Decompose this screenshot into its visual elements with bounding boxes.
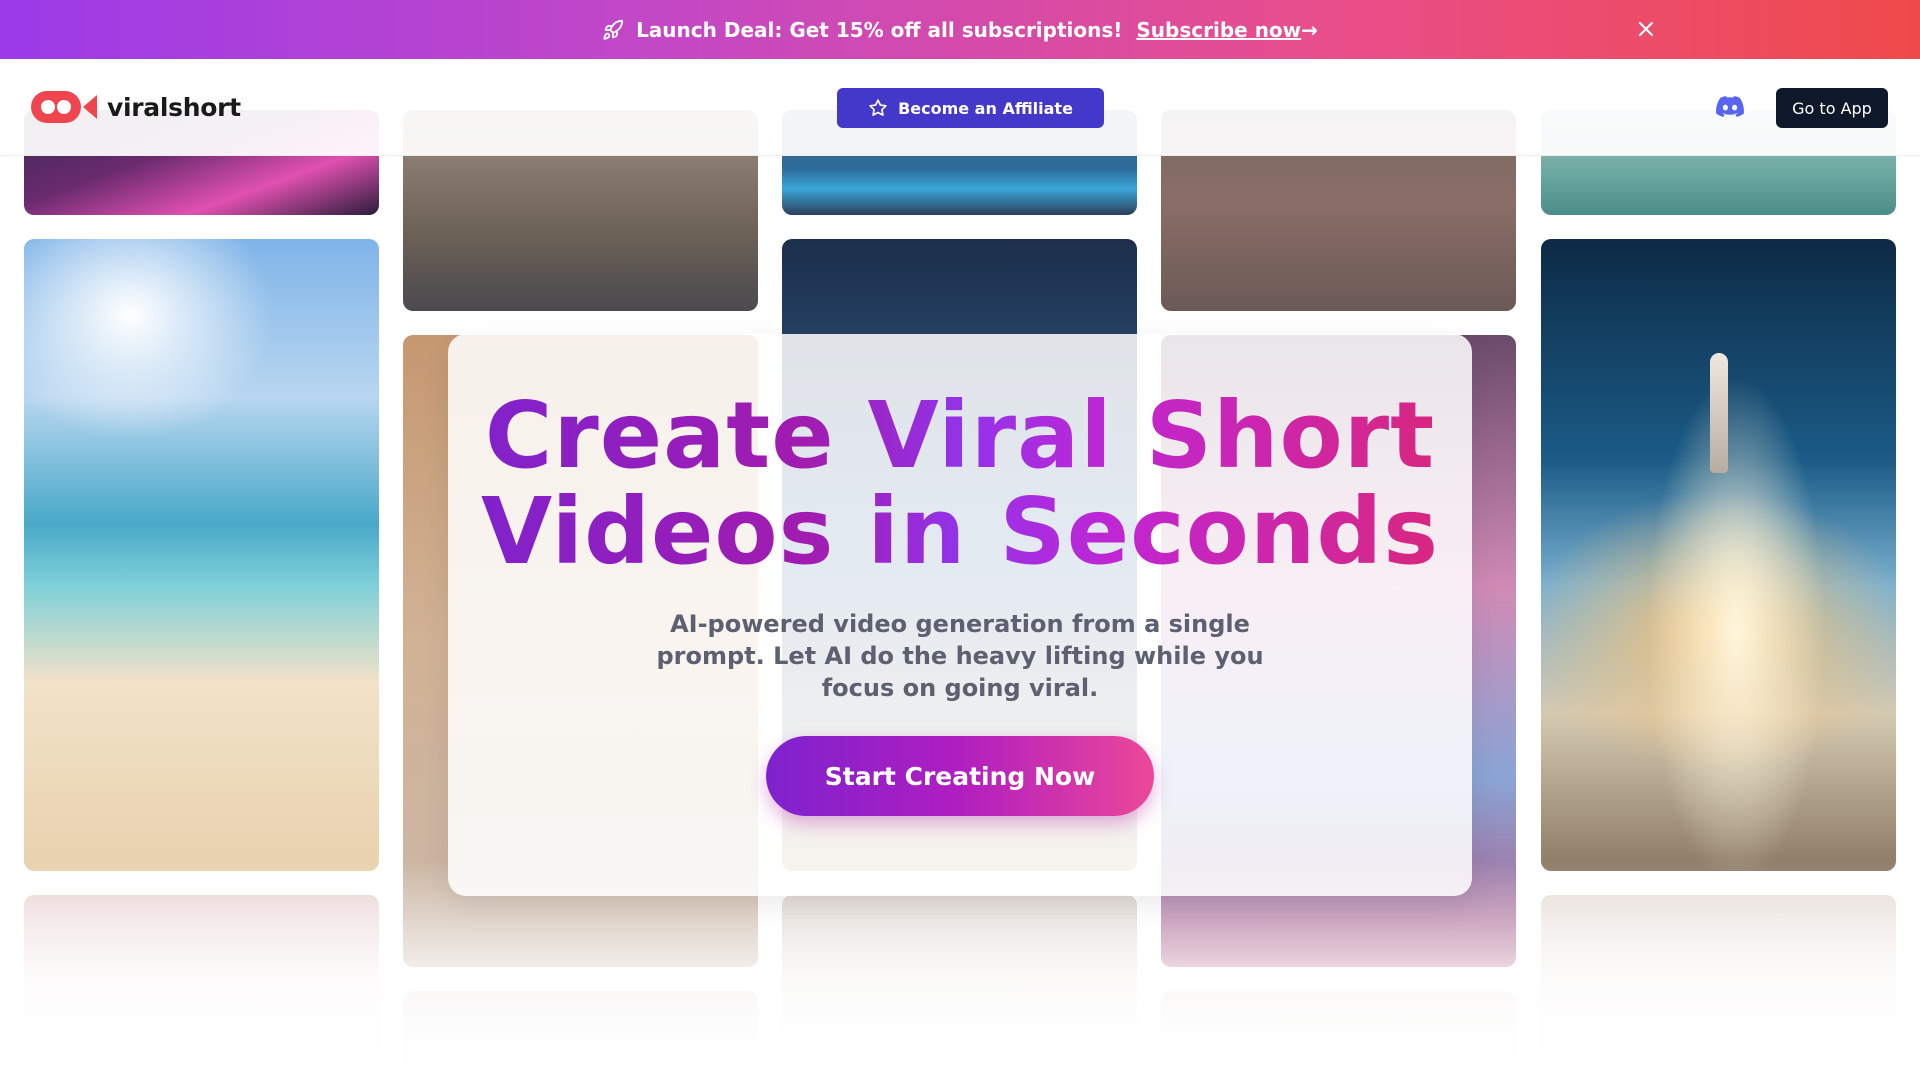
become-affiliate-label: Become an Affiliate	[898, 98, 1073, 118]
hero-headline-line1: Create Viral Short	[484, 382, 1436, 489]
logo[interactable]: viralshort	[31, 89, 241, 125]
arrow-icon[interactable]: →	[1301, 18, 1318, 42]
promo-text: Launch Deal: Get 15% off all subscriptio…	[636, 17, 1123, 42]
gallery-thumbnail[interactable]	[24, 239, 379, 871]
become-affiliate-button[interactable]: Become an Affiliate	[837, 88, 1104, 128]
rocket-shape	[1709, 352, 1728, 473]
gallery-thumbnail[interactable]	[1541, 239, 1896, 871]
start-creating-button[interactable]: Start Creating Now	[766, 736, 1154, 816]
rocket-icon	[603, 19, 624, 40]
star-icon	[869, 99, 887, 116]
subscribe-now-link[interactable]: Subscribe now	[1136, 18, 1301, 42]
site-header: viralshort Become an Affiliate Go to App	[0, 59, 1920, 156]
subscribe-now-label[interactable]: Subscribe now	[1136, 18, 1301, 42]
logo-mark-icon	[31, 91, 97, 123]
promo-banner-content: Launch Deal: Get 15% off all subscriptio…	[602, 18, 1318, 42]
hero-headline: Create Viral Short Videos in Seconds	[448, 388, 1472, 580]
logo-text: viralshort	[107, 92, 241, 122]
close-icon[interactable]	[1634, 17, 1658, 41]
go-to-app-button[interactable]: Go to App	[1776, 88, 1888, 128]
discord-icon[interactable]	[1716, 95, 1744, 119]
hero-headline-line2: Videos in Seconds	[481, 478, 1439, 585]
promo-banner: Launch Deal: Get 15% off all subscriptio…	[0, 0, 1920, 59]
hero-card: Create Viral Short Videos in Seconds AI-…	[448, 334, 1472, 896]
hero-subtitle: AI-powered video generation from a singl…	[656, 610, 1264, 702]
